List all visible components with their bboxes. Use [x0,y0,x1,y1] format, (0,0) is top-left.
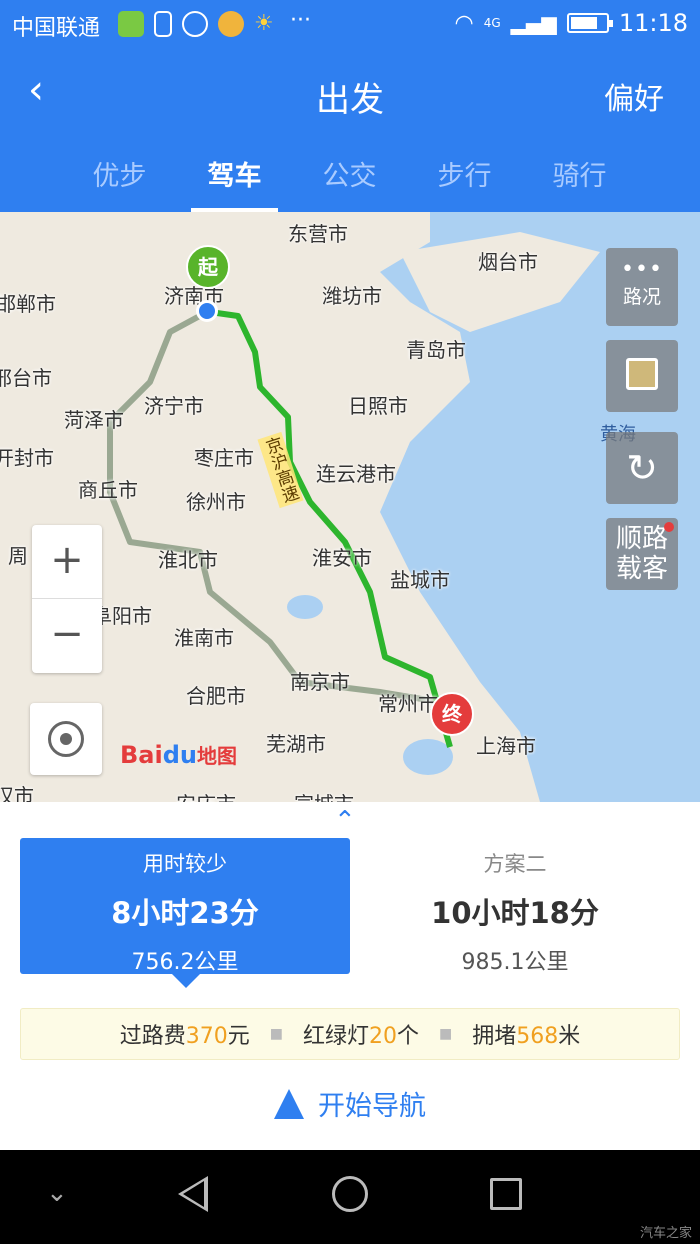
start-navigation-button[interactable]: 开始导航 [0,1084,700,1123]
ride-label-2: 载客 [615,554,668,584]
refresh-icon: ↻ [626,446,658,490]
plan-label: 方案二 [483,852,547,876]
collapse-icon[interactable]: ⌄ [46,1178,68,1208]
city-label: 合肥市 [186,684,246,708]
system-nav-bar: ⌄ [0,1150,700,1244]
city-label: 菏泽市 [64,408,124,432]
plan-option-2[interactable]: 方案二 10小时18分 985.1公里 [350,838,680,975]
toll-info: 过路费370元 [119,1024,250,1049]
congestion-info: 拥堵568米 [472,1024,581,1049]
battery-alert-icon [154,11,172,37]
ride-share-button[interactable]: 顺路 载客 [606,518,678,590]
signal-icon: ▂▄▆ [510,11,557,35]
recent-apps-icon[interactable] [490,1178,522,1210]
plan-label: 用时较少 [143,852,227,876]
tab-walk[interactable]: 步行 [407,144,522,212]
sun-icon: ☀ [254,11,274,36]
layers-button[interactable] [606,340,678,412]
separator: ■ [439,1026,453,1042]
city-label: 连云港市 [316,462,396,486]
end-marker[interactable]: 终 [430,692,474,736]
watermark: 汽车之家 [639,1226,692,1241]
zoom-out-button[interactable]: − [32,599,102,673]
layers-icon [626,358,658,390]
city-label: 邢台市 [0,366,52,390]
lake-hongze [287,595,323,619]
plan-distance: 985.1公里 [461,950,569,975]
separator: ■ [269,1026,283,1042]
app-header: ‹ 出发 偏好 优步 驾车 公交 步行 骑行 [0,48,700,212]
carrier-name: 中国联通 [12,16,101,41]
city-label: 淮北市 [158,548,218,572]
city-label: 常州市 [378,692,438,716]
notification-dot [664,522,674,532]
city-label: 淮安市 [312,546,372,570]
target-icon [48,721,84,757]
battery-icon [566,13,613,33]
city-label: 枣庄市 [194,446,254,470]
city-label: 邯郸市 [0,292,56,316]
transport-tabs: 优步 驾车 公交 步行 骑行 [0,144,700,212]
notification-icons: ☀ ··· [118,8,316,37]
more-icon: ··· [290,8,311,33]
city-label: 日照市 [348,394,408,418]
city-label: 上海市 [476,734,536,758]
network-type: 4G [483,16,501,30]
city-label: 商丘市 [78,478,138,502]
city-label: 宣城市 [294,788,354,802]
lake-taihu [403,739,453,775]
refresh-button[interactable]: ↻ [606,432,678,504]
traffic-button[interactable]: ••• 路况 [606,248,678,326]
start-marker[interactable]: 起 [186,245,230,289]
tab-uber[interactable]: 优步 [62,144,177,212]
city-label: 安庆市 [176,788,236,802]
route-map[interactable]: 东营市 烟台市 济南市 潍坊市 邯郸市 青岛市 邢台市 济宁市 日照市 菏泽市 … [0,212,700,802]
plan-option-1[interactable]: 用时较少 8小时23分 756.2公里 [20,838,350,988]
zoom-in-button[interactable]: + [32,525,102,599]
app-notification-icon [118,11,144,37]
city-label: 汉市 [0,784,34,802]
home-circle-icon[interactable] [332,1176,368,1212]
city-label: 烟台市 [478,250,538,274]
tab-transit[interactable]: 公交 [292,144,407,212]
city-label: 东营市 [288,222,348,246]
route-info-bar: 过路费370元 ■ 红绿灯20个 ■ 拥堵568米 [20,1008,680,1060]
zoom-control: + − [32,525,102,673]
city-label: 开封市 [0,446,54,470]
city-label: 潍坊市 [322,284,382,308]
status-right: ◠ 4G ▂▄▆ 11:18 [455,9,688,37]
plan-duration: 8小时23分 [111,896,259,930]
city-label: 芜湖市 [266,732,326,756]
plan-distance: 756.2公里 [131,950,239,975]
tab-bike[interactable]: 骑行 [522,144,637,212]
start-navigation-label: 开始导航 [318,1091,426,1122]
city-label: 南京市 [290,670,350,694]
back-triangle-icon[interactable] [178,1176,208,1212]
preferences-button[interactable]: 偏好 [604,74,664,118]
city-label: 淮南市 [174,626,234,650]
wifi-icon: ◠ [454,10,474,36]
city-label: 徐州市 [186,490,246,514]
city-label: 青岛市 [406,338,466,362]
plan-duration: 10小时18分 [431,896,599,930]
clock: 11:18 [618,9,688,37]
navigation-arrow-icon [274,1089,304,1119]
app-badge-icon [218,11,244,37]
city-label: 盐城市 [390,568,450,592]
page-title: 出发 [316,80,384,120]
tab-drive[interactable]: 驾车 [177,144,292,212]
traffic-icon: ••• [621,257,663,282]
baidu-logo: Baidu地图 [120,741,237,769]
chevron-up-icon[interactable]: ⌃ [334,808,356,834]
status-bar: 中国联通 ☀ ··· ◠ 4G ▂▄▆ 11:18 [0,0,700,48]
traffic-light-info: 红绿灯20个 [302,1024,420,1049]
city-label: 济宁市 [144,394,204,418]
current-location-dot [196,300,218,322]
face-icon [182,11,208,37]
city-label: 周 [8,544,28,568]
traffic-label: 路况 [622,286,661,308]
locate-button[interactable] [30,703,102,775]
